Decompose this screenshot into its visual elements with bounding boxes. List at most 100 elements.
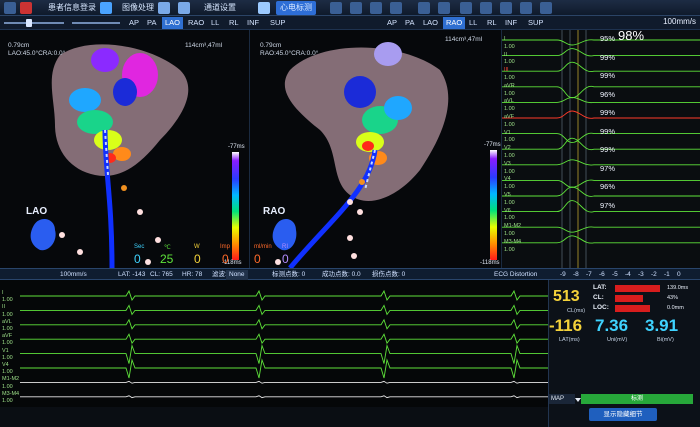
view-tab-r-lao[interactable]: LAO bbox=[420, 17, 441, 29]
channel-settings-button[interactable]: 通道设置 bbox=[200, 1, 240, 15]
live-lead-label: 1.00 bbox=[2, 297, 13, 304]
view-tab-l-sup[interactable]: SUP bbox=[267, 17, 288, 29]
overall-match-percent: 98% bbox=[618, 28, 645, 43]
live-lead-label: M1-M2 bbox=[2, 376, 20, 383]
view-tab-l-ll[interactable]: LL bbox=[208, 17, 222, 29]
bi-caption: Bi(mV) bbox=[657, 337, 674, 343]
patient-info-button[interactable]: 患者信息登录 bbox=[44, 1, 100, 15]
view-tab-l-rl[interactable]: RL bbox=[226, 17, 242, 29]
zoom-slider[interactable] bbox=[4, 22, 64, 24]
link-icon[interactable] bbox=[418, 2, 430, 14]
lead-match-percent: 99% bbox=[600, 71, 616, 80]
live-lead-label: aVL bbox=[2, 318, 12, 325]
ri-label: RI bbox=[282, 244, 288, 250]
ecg-lead-label: 1.00 bbox=[504, 168, 515, 175]
expand-icon[interactable] bbox=[438, 2, 450, 14]
live-lead-label: M3-M4 bbox=[2, 390, 20, 397]
ecg-lead-label: V2 bbox=[504, 145, 511, 152]
view-tab-l-rao[interactable]: RAO bbox=[185, 17, 207, 29]
menu-icon[interactable] bbox=[4, 2, 16, 14]
stat-bar-label: LAT: bbox=[593, 284, 607, 291]
ecg-lead-label: V6 bbox=[504, 207, 511, 214]
live-lead-label: 1.00 bbox=[2, 340, 13, 347]
dot-icon[interactable] bbox=[390, 2, 402, 14]
distortion-scale-tick: 0 bbox=[677, 271, 681, 278]
stat-bar bbox=[615, 295, 643, 302]
status-speed[interactable]: 100mm/s bbox=[60, 270, 87, 280]
ecg-lead-label: aVL bbox=[504, 98, 514, 105]
move-icon[interactable] bbox=[178, 2, 190, 14]
opacity-slider[interactable] bbox=[72, 22, 120, 24]
list-icon[interactable] bbox=[500, 2, 512, 14]
live-lead-label: 1.00 bbox=[2, 369, 13, 376]
grid-icon[interactable] bbox=[158, 2, 170, 14]
pen-icon[interactable] bbox=[370, 2, 382, 14]
lead-match-percent: 99% bbox=[600, 52, 616, 62]
view-tab-r-inf[interactable]: INF bbox=[502, 17, 520, 29]
settings-icon[interactable] bbox=[540, 2, 552, 14]
filter-select[interactable]: None bbox=[226, 270, 248, 280]
view-tab-r-sup[interactable]: SUP bbox=[525, 17, 546, 29]
live-lead-label: V4 bbox=[2, 362, 9, 368]
temp-label: ℃ bbox=[164, 245, 171, 251]
view-tab-r-ll[interactable]: LL bbox=[466, 17, 480, 29]
ecg-lead-label: 1.00 bbox=[504, 106, 515, 113]
live-ecg-strip: I 1.00 II 1.00 aVL 1.00 aVF 1.00 V1 1.00 V4 1.00 M1-… bbox=[0, 280, 548, 407]
ecg-mapping-tab[interactable]: 心电标测 bbox=[276, 1, 316, 15]
live-lead-label: 1.00 bbox=[2, 398, 13, 404]
live-lead-label: 1.00 bbox=[2, 354, 13, 361]
ecg-lead-label: V3 bbox=[504, 160, 511, 167]
right-colorbar-bottom: -118ms bbox=[480, 260, 500, 266]
lead-match-percent: 96% bbox=[600, 182, 616, 191]
right-anatomy-render[interactable] bbox=[250, 30, 502, 268]
show-hide-details-button[interactable]: 显示隐藏细节 bbox=[589, 408, 657, 421]
live-ecg-trace bbox=[20, 333, 548, 345]
live-ecg-trace bbox=[20, 343, 548, 364]
view-tab-r-ap[interactable]: AP bbox=[384, 17, 400, 29]
left-3d-map[interactable]: 0.79cm LAO:45.0°CRA:0.0° 114cm³,47ml LAO… bbox=[0, 30, 250, 268]
trash-icon[interactable] bbox=[480, 2, 492, 14]
lat-value: -116 bbox=[549, 316, 583, 335]
view-tab-l-pa[interactable]: PA bbox=[144, 17, 159, 29]
distortion-scale-tick: -9 bbox=[560, 271, 566, 278]
record-icon[interactable] bbox=[20, 2, 32, 14]
map-mode-button[interactable]: 标测 bbox=[581, 394, 693, 404]
left-colorbar-top: -77ms bbox=[228, 144, 245, 150]
sec-label: Sec bbox=[134, 244, 145, 250]
view-tab-l-inf[interactable]: INF bbox=[244, 17, 262, 29]
left-map-volume: 114cm³,47ml bbox=[185, 42, 223, 49]
view-tab-r-rao[interactable]: RAO bbox=[443, 17, 466, 29]
ecg-lead-label: aVF bbox=[504, 114, 515, 120]
lead-match-percent: 95% bbox=[600, 34, 616, 43]
stat-bar-value: 139.0ms bbox=[667, 285, 689, 291]
target-icon[interactable] bbox=[460, 2, 472, 14]
lead-match-percent: 97% bbox=[600, 200, 616, 210]
image-processing-button[interactable]: 图像处理 bbox=[118, 1, 158, 15]
status-bar: 100mm/s LAT: -143 CL: 765 HR: 78 滤波: Non… bbox=[0, 268, 700, 280]
stat-bar-label: CL: bbox=[593, 294, 604, 301]
map-select[interactable]: MAP bbox=[549, 394, 575, 404]
view-tab-r-rl[interactable]: RL bbox=[484, 17, 500, 29]
right-3d-map[interactable]: 0.79cm RAO:45.0°CRA:0.0° 114cm³,47ml RAO… bbox=[250, 30, 502, 268]
live-lead-label: II bbox=[2, 304, 6, 311]
sphere-icon[interactable] bbox=[350, 2, 362, 14]
view-toolbar: AP PA LAO RAO LL RL INF SUP AP PA LAO RAO LL RL INF SU… bbox=[0, 16, 700, 30]
view-tab-l-lao[interactable]: LAO bbox=[162, 17, 184, 29]
ecg-lead-label: 1.00 bbox=[504, 59, 515, 66]
ecg-lead-label: 1.00 bbox=[504, 246, 515, 253]
bottom-strip bbox=[0, 407, 548, 427]
left-anatomy-render[interactable] bbox=[0, 30, 250, 268]
lead-match-percent: 97% bbox=[600, 163, 616, 173]
zoom-slider-handle[interactable] bbox=[26, 19, 32, 27]
view-tab-l-ap[interactable]: AP bbox=[126, 17, 142, 29]
curve-tool-icon[interactable] bbox=[330, 2, 342, 14]
live-ecg-trace bbox=[20, 289, 548, 301]
sweep-speed[interactable]: 100mm/s bbox=[663, 17, 696, 26]
chart-icon[interactable] bbox=[520, 2, 532, 14]
view-tab-r-pa[interactable]: PA bbox=[402, 17, 417, 29]
heart-icon[interactable] bbox=[258, 2, 270, 14]
distortion-scale-tick: -4 bbox=[625, 271, 631, 278]
arrow-icon[interactable] bbox=[100, 2, 112, 14]
sec-value: 0 bbox=[134, 252, 141, 266]
right-map-angles: RAO:45.0°CRA:0.0° bbox=[260, 50, 319, 57]
